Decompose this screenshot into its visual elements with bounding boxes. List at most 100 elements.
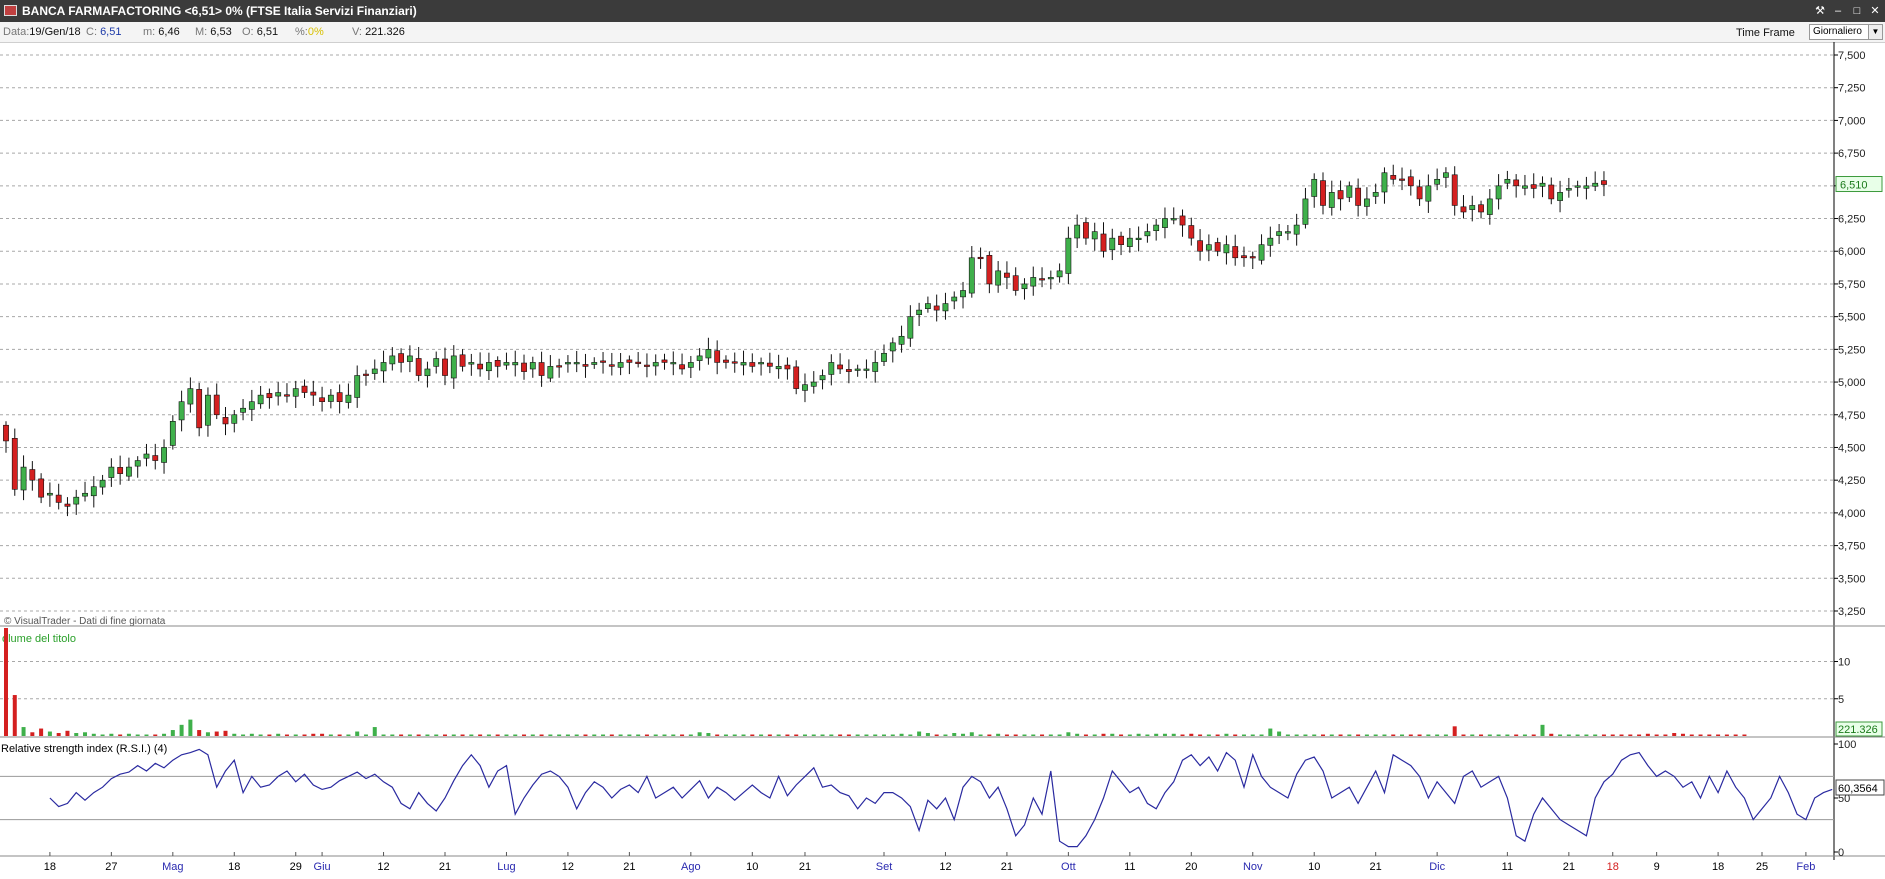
candle-down <box>608 364 615 367</box>
candle-up <box>73 496 80 505</box>
time-axis-label: 25 <box>1756 861 1768 873</box>
candle-up <box>1495 185 1502 200</box>
candle-up <box>1258 244 1265 261</box>
volume-bar-down <box>934 734 939 736</box>
time-axis-label: 21 <box>439 861 451 873</box>
price-tick-label: 5,000 <box>1838 377 1866 389</box>
candle-up <box>143 453 150 459</box>
candle-up <box>503 362 510 366</box>
volume-bar-up <box>390 734 395 736</box>
price-tick-label: 7,000 <box>1838 115 1866 127</box>
volume-bar-up <box>1285 734 1290 736</box>
volume-bar-down <box>39 728 44 736</box>
volume-bar-up <box>969 732 974 736</box>
candle-down <box>29 469 36 481</box>
candle-up <box>529 362 536 370</box>
time-axis-label: Ott <box>1061 861 1076 873</box>
volume-bar-up <box>662 734 667 736</box>
time-axis-label: Ago <box>681 861 701 873</box>
chart-canvas[interactable]: 7,5007,2507,0006,7506,5006,2506,0005,750… <box>0 0 1885 879</box>
volume-bar-down <box>1013 734 1018 736</box>
time-axis-label: 21 <box>1370 861 1382 873</box>
volume-bar-up <box>732 734 737 736</box>
candle-down <box>933 305 940 311</box>
volume-bar-up <box>372 727 377 736</box>
time-axis-label: 21 <box>1001 861 1013 873</box>
volume-bar-up <box>864 734 869 736</box>
volume-bar-down <box>320 733 325 736</box>
candle-down <box>793 366 800 389</box>
volume-bar-up <box>899 733 904 736</box>
candle-up <box>46 492 53 496</box>
candle-up <box>547 366 554 379</box>
price-tick-label: 4,750 <box>1838 410 1866 422</box>
volume-bar-up <box>381 734 386 736</box>
volume-bar-up <box>1075 733 1080 736</box>
volume-bar-down <box>153 734 158 736</box>
candle-down <box>1460 206 1467 213</box>
volume-bar-up <box>530 734 535 736</box>
candle-down <box>363 373 369 376</box>
volume-bar-up <box>1505 734 1510 736</box>
volume-bar-down <box>1391 734 1396 736</box>
candle-down <box>1179 215 1186 226</box>
candle-up <box>406 355 413 362</box>
volume-bar-down <box>1514 734 1519 736</box>
candle-down <box>3 424 9 442</box>
volume-bar-up <box>1558 734 1563 736</box>
volume-bar-down <box>65 730 70 736</box>
candle-up <box>1135 237 1142 240</box>
volume-bar-up <box>1496 734 1501 736</box>
volume-bar-up <box>21 727 26 736</box>
volume-bar-up <box>890 734 895 736</box>
candle-down <box>1399 178 1405 181</box>
volume-bar-up <box>1224 733 1229 736</box>
volume-bar-up <box>1268 728 1273 736</box>
volume-bar-up <box>1303 734 1308 736</box>
candle-up <box>863 368 870 371</box>
candle-down <box>1355 187 1362 206</box>
volume-bar-up <box>83 732 88 736</box>
volume-bar-up <box>618 734 623 736</box>
time-axis-label: 18 <box>44 861 56 873</box>
volume-bar-up <box>548 734 553 736</box>
volume-bar-up <box>1162 733 1167 736</box>
candle-up <box>1267 237 1274 246</box>
volume-bar-down <box>197 730 202 736</box>
candle-down <box>442 358 448 376</box>
price-tick-label: 6,250 <box>1838 214 1866 226</box>
time-axis-label: 21 <box>799 861 811 873</box>
price-tick-label: 6,000 <box>1838 246 1866 258</box>
volume-bar-up <box>706 733 711 736</box>
volume-bar-down <box>495 734 500 736</box>
candle-down <box>1478 204 1484 213</box>
candle-down <box>11 438 18 490</box>
candle-up <box>1592 182 1599 187</box>
volume-bar-up <box>1031 734 1036 736</box>
volume-bar-down <box>30 732 35 736</box>
volume-bar-up <box>1092 734 1097 736</box>
candle-down <box>1118 235 1124 245</box>
volume-bar-up <box>873 734 878 736</box>
candle-up <box>1328 192 1335 208</box>
volume-bar-down <box>1742 734 1747 736</box>
candle-up <box>968 257 975 294</box>
last-rsi-label: 60,3564 <box>1838 783 1878 795</box>
candle-up <box>1153 224 1160 232</box>
volume-bar-down <box>1321 734 1325 736</box>
candle-up <box>872 362 879 372</box>
volume-bar-down <box>785 734 790 736</box>
volume-bar-down <box>4 628 8 736</box>
volume-bar-up <box>1127 734 1132 736</box>
candle-down <box>213 394 220 416</box>
rsi-tick-label: 100 <box>1838 739 1856 751</box>
candle-up <box>687 362 694 368</box>
last-price-label: 6,510 <box>1840 180 1868 192</box>
candle-down <box>538 362 545 376</box>
volume-bar-up <box>249 733 254 736</box>
volume-bar-up <box>636 734 641 736</box>
time-axis-label: Mag <box>162 861 183 873</box>
volume-bar-down <box>478 734 483 736</box>
volume-bar-up <box>697 732 702 736</box>
candle-up <box>1372 192 1379 197</box>
